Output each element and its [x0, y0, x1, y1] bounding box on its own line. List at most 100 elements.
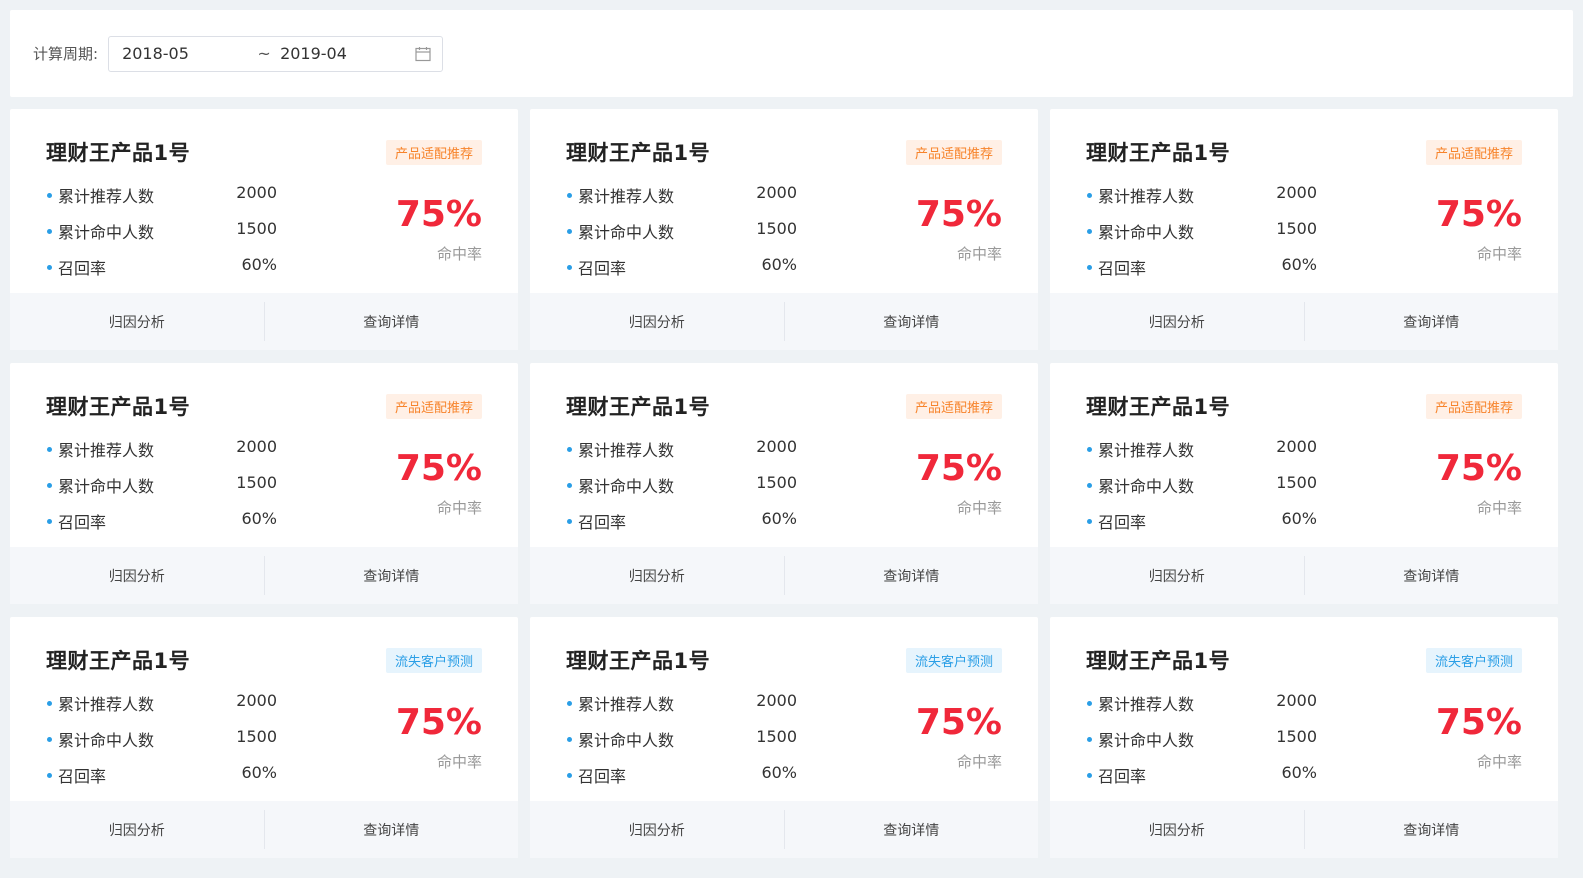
range-start-input[interactable]: 2018-05: [122, 44, 248, 63]
metric-hit-count: 累计命中人数 1500: [567, 471, 797, 507]
metric-label: 累计命中人数: [578, 477, 675, 496]
attribution-analysis-button[interactable]: 归因分析: [1050, 820, 1304, 840]
metric-value: 2000: [756, 183, 797, 202]
metric-label: 累计命中人数: [58, 477, 155, 496]
metric-label: 累计推荐人数: [58, 695, 155, 714]
metric-label: 累计命中人数: [1098, 731, 1195, 750]
category-tag: 产品适配推荐: [385, 394, 482, 419]
query-details-button[interactable]: 查询详情: [1305, 312, 1559, 332]
category-tag: 产品适配推荐: [1425, 140, 1522, 165]
category-tag: 流失客户预测: [385, 648, 482, 673]
metric-value: 60%: [1281, 509, 1317, 528]
metric-value: 60%: [241, 509, 277, 528]
category-tag: 流失客户预测: [1425, 648, 1522, 673]
metric-recommend-count: 累计推荐人数 2000: [1087, 435, 1317, 471]
card-title: 理财王产品1号: [46, 395, 191, 419]
metric-value: 1500: [756, 727, 797, 746]
metric-label: 召回率: [1098, 259, 1147, 278]
bullet-icon: [567, 701, 572, 706]
metric-recommend-count: 累计推荐人数 2000: [47, 181, 277, 217]
metric-label: 累计推荐人数: [58, 187, 155, 206]
attribution-analysis-button[interactable]: 归因分析: [1050, 312, 1304, 332]
query-details-button[interactable]: 查询详情: [265, 820, 519, 840]
query-details-button[interactable]: 查询详情: [265, 312, 519, 332]
metric-value: 2000: [236, 183, 277, 202]
calendar-icon[interactable]: [415, 46, 431, 62]
metric-label: 累计命中人数: [1098, 223, 1195, 242]
metric-value: 60%: [1281, 255, 1317, 274]
bullet-icon: [47, 193, 52, 198]
bullet-icon: [1087, 229, 1092, 234]
metric-value: 2000: [1276, 437, 1317, 456]
metric-recommend-count: 累计推荐人数 2000: [47, 435, 277, 471]
attribution-analysis-button[interactable]: 归因分析: [1050, 566, 1304, 586]
query-details-button[interactable]: 查询详情: [785, 312, 1039, 332]
bullet-icon: [567, 483, 572, 488]
card-actions: 归因分析 查询详情: [530, 801, 1038, 858]
metric-label: 累计命中人数: [578, 223, 675, 242]
metric-hit-count: 累计命中人数 1500: [47, 217, 277, 253]
date-range-picker[interactable]: 2018-05 ~ 2019-04: [108, 35, 444, 72]
query-details-button[interactable]: 查询详情: [1305, 566, 1559, 586]
hit-rate-value: 75%: [1435, 194, 1522, 235]
card-actions: 归因分析 查询详情: [530, 547, 1038, 604]
bullet-icon: [1087, 447, 1092, 452]
attribution-analysis-button[interactable]: 归因分析: [10, 820, 264, 840]
metric-value: 2000: [1276, 691, 1317, 710]
card-actions: 归因分析 查询详情: [1050, 547, 1558, 604]
attribution-analysis-button[interactable]: 归因分析: [10, 566, 264, 586]
product-card: 理财王产品1号 产品适配推荐 累计推荐人数 2000 累计命中人数 1500 召…: [10, 109, 518, 350]
metrics-list: 累计推荐人数 2000 累计命中人数 1500 召回率 60%: [47, 689, 277, 797]
metric-value: 60%: [761, 509, 797, 528]
card-actions: 归因分析 查询详情: [10, 293, 518, 350]
metric-hit-count: 累计命中人数 1500: [47, 471, 277, 507]
query-details-button[interactable]: 查询详情: [785, 820, 1039, 840]
hit-rate-value: 75%: [395, 702, 482, 743]
query-details-button[interactable]: 查询详情: [1305, 820, 1559, 840]
metric-value: 60%: [761, 255, 797, 274]
metric-recall-rate: 召回率 60%: [47, 761, 277, 797]
metric-label: 累计命中人数: [1098, 477, 1195, 496]
metric-value: 1500: [1276, 727, 1317, 746]
bullet-icon: [567, 193, 572, 198]
metric-value: 1500: [756, 219, 797, 238]
product-card: 理财王产品1号 产品适配推荐 累计推荐人数 2000 累计命中人数 1500 召…: [530, 109, 1038, 350]
metrics-list: 累计推荐人数 2000 累计命中人数 1500 召回率 60%: [1087, 435, 1317, 543]
hit-rate-label: 命中率: [436, 753, 482, 771]
attribution-analysis-button[interactable]: 归因分析: [530, 820, 784, 840]
metric-recommend-count: 累计推荐人数 2000: [567, 435, 797, 471]
metrics-list: 累计推荐人数 2000 累计命中人数 1500 召回率 60%: [1087, 181, 1317, 289]
metric-value: 1500: [236, 219, 277, 238]
product-card: 理财王产品1号 流失客户预测 累计推荐人数 2000 累计命中人数 1500 召…: [10, 617, 518, 858]
metric-value: 2000: [236, 437, 277, 456]
bullet-icon: [567, 737, 572, 742]
metric-recall-rate: 召回率 60%: [1087, 507, 1317, 543]
metric-recommend-count: 累计推荐人数 2000: [1087, 181, 1317, 217]
bullet-icon: [47, 447, 52, 452]
range-end-input[interactable]: 2019-04: [280, 44, 400, 63]
query-details-button[interactable]: 查询详情: [265, 566, 519, 586]
metric-recommend-count: 累计推荐人数 2000: [1087, 689, 1317, 725]
query-details-button[interactable]: 查询详情: [785, 566, 1039, 586]
metric-value: 1500: [756, 473, 797, 492]
attribution-analysis-button[interactable]: 归因分析: [530, 312, 784, 332]
metric-value: 1500: [236, 727, 277, 746]
attribution-analysis-button[interactable]: 归因分析: [530, 566, 784, 586]
metric-value: 60%: [761, 763, 797, 782]
metric-value: 2000: [1276, 183, 1317, 202]
product-card: 理财王产品1号 流失客户预测 累计推荐人数 2000 累计命中人数 1500 召…: [530, 617, 1038, 858]
bullet-icon: [567, 519, 572, 524]
bullet-icon: [47, 519, 52, 524]
hit-rate-label: 命中率: [956, 499, 1002, 517]
product-card: 理财王产品1号 产品适配推荐 累计推荐人数 2000 累计命中人数 1500 召…: [10, 363, 518, 604]
attribution-analysis-button[interactable]: 归因分析: [10, 312, 264, 332]
bullet-icon: [1087, 265, 1092, 270]
metric-label: 累计推荐人数: [578, 695, 675, 714]
hit-rate-value: 75%: [915, 702, 1002, 743]
card-title: 理财王产品1号: [46, 141, 191, 165]
bullet-icon: [1087, 737, 1092, 742]
metric-label: 累计推荐人数: [1098, 187, 1195, 206]
metric-value: 2000: [756, 437, 797, 456]
bullet-icon: [47, 265, 52, 270]
metric-label: 召回率: [1098, 767, 1147, 786]
